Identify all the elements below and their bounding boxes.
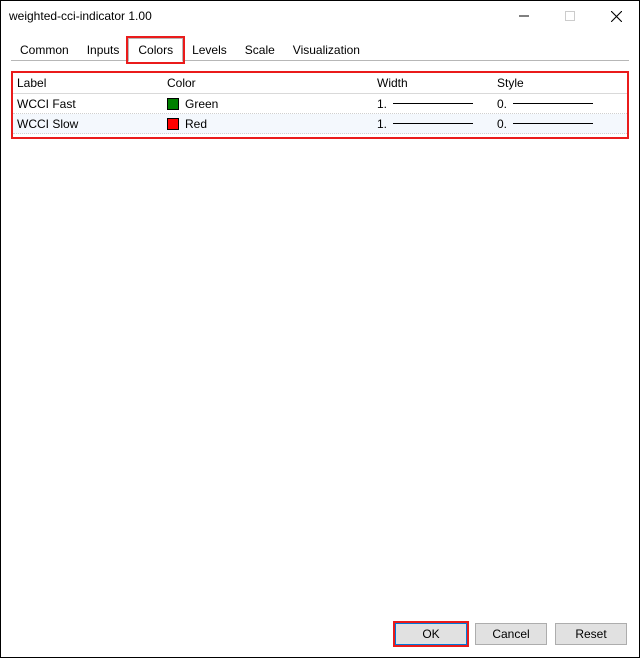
- style-preview-line: [513, 123, 593, 124]
- row-style-cell[interactable]: 0.: [493, 117, 627, 131]
- tab-visualization[interactable]: Visualization: [284, 39, 369, 61]
- reset-button[interactable]: Reset: [555, 623, 627, 645]
- color-swatch-red: [167, 118, 179, 130]
- cancel-button[interactable]: Cancel: [475, 623, 547, 645]
- maximize-button: [547, 1, 593, 31]
- row-label: WCCI Slow: [13, 117, 163, 131]
- width-preview-line: [393, 103, 473, 104]
- row-width-cell[interactable]: 1.: [373, 97, 493, 111]
- row-width-cell[interactable]: 1.: [373, 117, 493, 131]
- row-color-name: Red: [185, 117, 207, 131]
- row-style-value: 0.: [497, 97, 507, 111]
- window-title: weighted-cci-indicator 1.00: [9, 9, 501, 23]
- window-buttons: [501, 1, 639, 31]
- tab-levels[interactable]: Levels: [183, 39, 236, 61]
- tab-bar: Common Inputs Colors Levels Scale Visual…: [1, 31, 639, 61]
- tab-colors[interactable]: Colors: [128, 38, 183, 62]
- ok-button[interactable]: OK: [395, 623, 467, 645]
- grid-header: Label Color Width Style: [13, 73, 627, 94]
- tab-inputs[interactable]: Inputs: [78, 39, 129, 61]
- close-button[interactable]: [593, 1, 639, 31]
- style-preview-line: [513, 103, 593, 104]
- row-style-value: 0.: [497, 117, 507, 131]
- title-bar: weighted-cci-indicator 1.00: [1, 1, 639, 31]
- minimize-button[interactable]: [501, 1, 547, 31]
- tab-common[interactable]: Common: [11, 39, 78, 61]
- color-swatch-green: [167, 98, 179, 110]
- maximize-icon: [565, 11, 575, 21]
- width-preview-line: [393, 123, 473, 124]
- header-style[interactable]: Style: [493, 76, 627, 90]
- row-color-name: Green: [185, 97, 218, 111]
- row-width-value: 1.: [377, 117, 387, 131]
- grid-row[interactable]: WCCI Slow Red 1. 0.: [13, 114, 627, 134]
- row-width-value: 1.: [377, 97, 387, 111]
- button-bar: OK Cancel Reset: [395, 623, 627, 645]
- header-color[interactable]: Color: [163, 76, 373, 90]
- tab-scale[interactable]: Scale: [236, 39, 284, 61]
- row-style-cell[interactable]: 0.: [493, 97, 627, 111]
- grid-row[interactable]: WCCI Fast Green 1. 0.: [13, 94, 627, 114]
- row-color-cell[interactable]: Red: [163, 117, 373, 131]
- tab-content: Label Color Width Style WCCI Fast Green …: [11, 61, 629, 607]
- row-label: WCCI Fast: [13, 97, 163, 111]
- minimize-icon: [519, 11, 529, 21]
- header-label[interactable]: Label: [13, 76, 163, 90]
- header-width[interactable]: Width: [373, 76, 493, 90]
- colors-grid: Label Color Width Style WCCI Fast Green …: [13, 73, 627, 134]
- close-icon: [611, 11, 622, 22]
- row-color-cell[interactable]: Green: [163, 97, 373, 111]
